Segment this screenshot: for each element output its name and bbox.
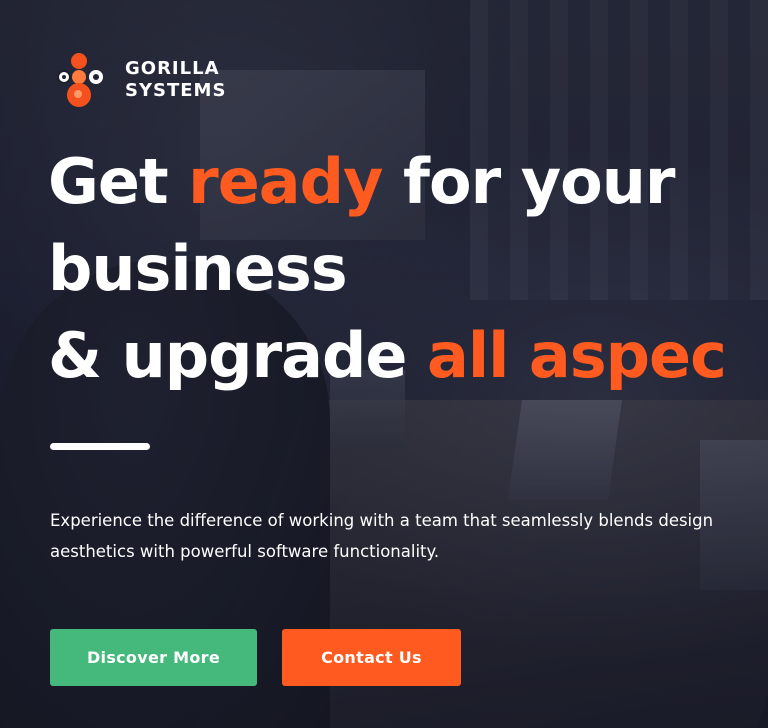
hero-subtitle: Experience the difference of working wit… [50, 511, 714, 561]
headline-line-2: business [48, 232, 348, 305]
gorilla-systems-logo-icon [55, 50, 107, 110]
brand-logo-link[interactable]: GORILLA SYSTEMS [55, 50, 226, 110]
headline-accent-all-aspects: all aspec [426, 319, 727, 392]
discover-more-button[interactable]: Discover More [50, 629, 257, 686]
headline-divider [50, 443, 150, 450]
hero-section: GORILLA SYSTEMS Get ready for your busin… [0, 0, 768, 728]
brand-name-line1: GORILLA [125, 58, 220, 79]
headline-accent-ready: ready [188, 145, 383, 218]
headline-line-3: & upgrade all aspec [48, 312, 768, 399]
headline-text: for your [382, 145, 675, 218]
headline-line-1: Get ready for your [48, 138, 768, 225]
headline-text: & upgrade [48, 319, 427, 392]
brand-name: GORILLA SYSTEMS [125, 58, 226, 102]
headline-text: Get [48, 145, 189, 218]
contact-us-button[interactable]: Contact Us [282, 629, 461, 686]
brand-name-line2: SYSTEMS [125, 80, 227, 101]
hero-headline: Get ready for your business & upgrade al… [48, 138, 768, 399]
